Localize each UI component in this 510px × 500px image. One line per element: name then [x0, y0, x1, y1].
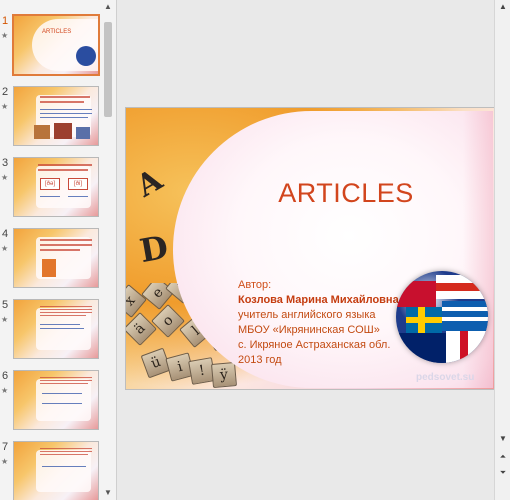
thumbnail-image [13, 441, 99, 500]
author-text-box[interactable]: Автор: Козлова Марина Михайловна учитель… [238, 278, 399, 368]
thumbnail-image: ARTICLES [12, 14, 100, 76]
slide-title[interactable]: ARTICLES [236, 178, 456, 209]
scroll-down-arrow-icon[interactable]: ▼ [101, 486, 115, 500]
scroll-up-arrow-icon[interactable]: ▲ [495, 0, 510, 14]
thumbnail-image [13, 299, 99, 359]
animation-star-icon: ★ [1, 386, 9, 395]
scroll-up-arrow-icon[interactable]: ▲ [101, 0, 115, 14]
thumbnail-title: ARTICLES [42, 29, 72, 35]
animation-star-icon: ★ [1, 315, 9, 324]
thumbnail-image [13, 228, 99, 288]
chip: [ði] [68, 178, 88, 190]
key: ÿ [210, 361, 238, 389]
slide-thumbnail-4[interactable]: 4 ★ [0, 228, 100, 296]
main-slide[interactable]: A D x e t ä o N l o g ü i ! ÿ ARTICLES А… [125, 107, 495, 390]
animation-star-icon: ★ [1, 244, 9, 253]
thumbnail-image [13, 370, 99, 430]
next-slide-icon[interactable]: ⏷ [495, 466, 510, 480]
slide-thumbnail-pane: 1 ★ ARTICLES 2 ★ 3 ★ [ðə] [ði] 4 ★ 5 ★ 6… [0, 0, 117, 500]
chip: [ðə] [40, 178, 60, 190]
slide-thumbnail-1[interactable]: 1 ★ ARTICLES [0, 14, 100, 83]
editor-vertical-scrollbar[interactable]: ▲ ▼ ⏶ ⏷ [494, 0, 510, 500]
author-role: учитель английского языка [238, 309, 376, 321]
slide-number: 2 [2, 86, 9, 98]
slide-number: 5 [2, 299, 9, 311]
author-label: Автор: [238, 279, 272, 291]
scroll-down-arrow-icon[interactable]: ▼ [495, 432, 510, 446]
slide-number: 6 [2, 370, 9, 382]
thumbnail-scrollbar[interactable]: ▲ ▼ [101, 0, 115, 500]
slide-number: 4 [2, 228, 9, 240]
thumbnail-image: [ðə] [ði] [13, 157, 99, 217]
animation-star-icon: ★ [1, 457, 9, 466]
author-name: Козлова Марина Михайловна [238, 294, 399, 306]
watermark: pedsovet.su [416, 372, 475, 383]
scrollbar-thumb[interactable] [104, 22, 112, 117]
flag-globe-image [396, 271, 488, 363]
slide-number: 1 [2, 15, 9, 27]
slide-number: 3 [2, 157, 9, 169]
previous-slide-icon[interactable]: ⏶ [495, 450, 510, 464]
location: с. Икряное Астраханская обл. [238, 339, 391, 351]
slide-thumbnail-7[interactable]: 7 ★ [0, 441, 100, 500]
slide-thumbnail-5[interactable]: 5 ★ [0, 299, 100, 367]
slide-thumbnail-2[interactable]: 2 ★ [0, 86, 100, 154]
key: o [151, 304, 185, 338]
animation-star-icon: ★ [1, 31, 9, 40]
slide-thumbnail-3[interactable]: 3 ★ [ðə] [ði] [0, 157, 100, 225]
slide-thumbnail-6[interactable]: 6 ★ [0, 370, 100, 438]
animation-star-icon: ★ [1, 173, 9, 182]
slide-number: 7 [2, 441, 9, 453]
thumbnail-image [13, 86, 99, 146]
animation-star-icon: ★ [1, 102, 9, 111]
school-name: МБОУ «Икрянинская СОШ» [238, 324, 380, 336]
year: 2013 год [238, 354, 282, 366]
